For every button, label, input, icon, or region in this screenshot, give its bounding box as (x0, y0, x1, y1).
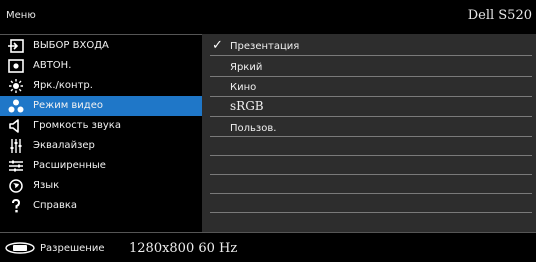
language-icon (9, 179, 23, 193)
osd-window: Меню Dell S520 ВЫБОР ВХОДА АВТОН. Ярк./к… (0, 0, 536, 261)
menu-item-language[interactable]: Язык (0, 176, 202, 196)
option-label: Кино (230, 82, 257, 93)
check-icon: ✓ (212, 38, 223, 53)
speaker-icon (9, 119, 19, 133)
divider (210, 212, 532, 213)
option-label: Яркий (230, 62, 263, 73)
video-mode-options-panel: ✓ Презентация Яркий Кино sRGB Пользов. (202, 34, 536, 232)
menu-item-label: ВЫБОР ВХОДА (33, 40, 109, 51)
menu-item-label: Громкость звука (33, 120, 121, 131)
option-label: sRGB (230, 99, 264, 113)
input-source-icon (8, 39, 24, 53)
menu-item-auto-adjust[interactable]: АВТОН. (0, 56, 202, 76)
brightness-icon (9, 79, 23, 93)
option-srgb[interactable]: sRGB (202, 96, 536, 116)
menu-item-label: Язык (33, 180, 60, 191)
menu-title: Меню (6, 10, 36, 21)
option-presentation[interactable]: ✓ Презентация (202, 36, 536, 56)
menu-item-volume[interactable]: Громкость звука (0, 116, 202, 136)
divider (210, 174, 532, 175)
equalizer-icon (10, 139, 22, 153)
menu-item-equalizer[interactable]: Эквалайзер (0, 136, 202, 156)
display-icon (5, 242, 35, 254)
option-label: Презентация (230, 41, 300, 52)
divider (210, 155, 532, 156)
menu-item-label: Режим видео (33, 100, 103, 111)
resolution-label: Разрешение (40, 243, 105, 254)
divider (210, 116, 532, 117)
projector-model: Dell S520 (467, 8, 532, 23)
option-movie[interactable]: Кино (202, 77, 536, 97)
auto-adjust-icon (8, 59, 24, 73)
menu-item-help[interactable]: Справка (0, 196, 202, 216)
advanced-settings-icon (9, 160, 23, 172)
menu-item-label: АВТОН. (33, 60, 72, 71)
help-icon (12, 199, 21, 213)
option-bright[interactable]: Яркий (202, 57, 536, 77)
osd-header: Меню Dell S520 (0, 0, 536, 35)
menu-item-input-select[interactable]: ВЫБОР ВХОДА (0, 36, 202, 56)
option-label: Пользов. (230, 123, 277, 134)
video-mode-icon (8, 99, 24, 113)
menu-item-brightness-contrast[interactable]: Ярк./контр. (0, 76, 202, 96)
option-user[interactable]: Пользов. (202, 118, 536, 138)
menu-item-label: Расширенные (33, 160, 106, 171)
divider (210, 136, 532, 137)
divider (210, 55, 532, 56)
osd-footer: Разрешение 1280x800 60 Hz (0, 232, 536, 262)
menu-item-label: Ярк./контр. (33, 80, 93, 91)
main-menu: ВЫБОР ВХОДА АВТОН. Ярк./контр. Режим вид… (0, 34, 202, 232)
menu-item-advanced[interactable]: Расширенные (0, 156, 202, 176)
divider (210, 193, 532, 194)
menu-item-label: Эквалайзер (33, 140, 95, 151)
menu-item-video-mode[interactable]: Режим видео (0, 96, 202, 116)
resolution-value: 1280x800 60 Hz (129, 241, 238, 256)
menu-item-label: Справка (33, 200, 78, 211)
